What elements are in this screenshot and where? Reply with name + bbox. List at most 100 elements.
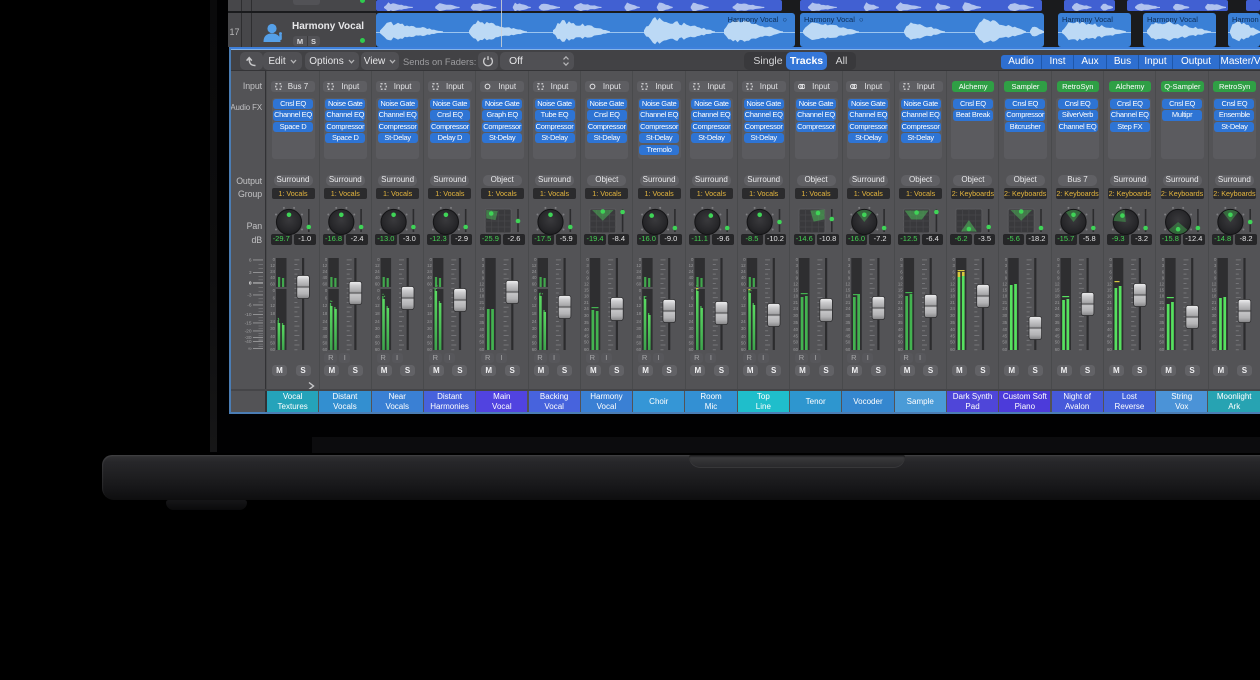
svg-text:12: 12 — [270, 303, 275, 308]
svg-text:50: 50 — [1212, 340, 1217, 345]
svg-text:45: 45 — [584, 334, 589, 339]
svg-text:60: 60 — [1212, 347, 1217, 352]
svg-text:3: 3 — [482, 263, 485, 268]
svg-text:12: 12 — [584, 282, 589, 287]
svg-text:50: 50 — [375, 341, 380, 346]
svg-text:50: 50 — [1002, 340, 1007, 345]
svg-text:15: 15 — [1107, 288, 1112, 293]
svg-text:18: 18 — [532, 311, 537, 316]
svg-text:60: 60 — [636, 282, 641, 287]
svg-text:21: 21 — [793, 300, 798, 305]
svg-text:30: 30 — [1212, 313, 1217, 318]
svg-text:60: 60 — [689, 347, 694, 352]
svg-text:50: 50 — [1107, 340, 1112, 345]
svg-text:0: 0 — [639, 257, 642, 262]
svg-text:12: 12 — [375, 263, 380, 268]
svg-text:0: 0 — [482, 257, 485, 262]
svg-text:50: 50 — [479, 340, 484, 345]
svg-text:60: 60 — [950, 347, 955, 352]
svg-text:35: 35 — [479, 320, 484, 325]
svg-text:6: 6 — [482, 269, 485, 274]
svg-text:40: 40 — [898, 327, 903, 332]
svg-text:3: 3 — [1005, 263, 1008, 268]
svg-text:40: 40 — [793, 327, 798, 332]
svg-text:3: 3 — [796, 263, 799, 268]
svg-text:30: 30 — [323, 326, 328, 331]
svg-text:35: 35 — [1159, 320, 1164, 325]
svg-text:6: 6 — [273, 296, 276, 301]
svg-text:60: 60 — [270, 282, 275, 287]
svg-text:6: 6 — [953, 269, 956, 274]
svg-text:35: 35 — [793, 320, 798, 325]
svg-text:15: 15 — [584, 288, 589, 293]
svg-text:40: 40 — [375, 275, 380, 280]
svg-text:30: 30 — [846, 313, 851, 318]
svg-text:60: 60 — [1159, 347, 1164, 352]
svg-text:24: 24 — [793, 306, 798, 311]
svg-text:60: 60 — [793, 347, 798, 352]
svg-text:60: 60 — [323, 282, 328, 287]
svg-text:3: 3 — [848, 263, 851, 268]
svg-text:18: 18 — [375, 311, 380, 316]
svg-text:24: 24 — [270, 269, 275, 274]
svg-text:24: 24 — [741, 319, 746, 324]
svg-text:3: 3 — [953, 263, 956, 268]
svg-text:0: 0 — [534, 257, 537, 262]
svg-text:12: 12 — [427, 303, 432, 308]
svg-text:45: 45 — [479, 334, 484, 339]
svg-text:0: 0 — [796, 257, 799, 262]
svg-text:24: 24 — [636, 319, 641, 324]
svg-text:35: 35 — [1107, 320, 1112, 325]
svg-text:30: 30 — [950, 313, 955, 318]
svg-text:21: 21 — [950, 300, 955, 305]
svg-text:40: 40 — [1055, 327, 1060, 332]
svg-text:35: 35 — [846, 320, 851, 325]
svg-text:40: 40 — [741, 334, 746, 339]
svg-text:12: 12 — [793, 282, 798, 287]
svg-text:0: 0 — [586, 257, 589, 262]
svg-text:12: 12 — [689, 303, 694, 308]
svg-text:9: 9 — [953, 275, 956, 280]
svg-text:6: 6 — [900, 269, 903, 274]
svg-text:21: 21 — [479, 300, 484, 305]
svg-text:35: 35 — [1002, 320, 1007, 325]
svg-text:21: 21 — [1002, 300, 1007, 305]
svg-text:50: 50 — [270, 341, 275, 346]
svg-text:9: 9 — [1005, 275, 1008, 280]
svg-text:40: 40 — [270, 275, 275, 280]
svg-text:12: 12 — [1002, 282, 1007, 287]
svg-text:0: 0 — [848, 257, 851, 262]
svg-text:60: 60 — [689, 282, 694, 287]
svg-text:30: 30 — [636, 326, 641, 331]
svg-text:12: 12 — [323, 303, 328, 308]
svg-text:18: 18 — [741, 311, 746, 316]
svg-text:3: 3 — [900, 263, 903, 268]
svg-text:40: 40 — [1107, 327, 1112, 332]
svg-text:60: 60 — [375, 282, 380, 287]
svg-text:6: 6 — [1162, 269, 1165, 274]
svg-text:18: 18 — [1212, 294, 1217, 299]
svg-text:0: 0 — [900, 257, 903, 262]
svg-text:40: 40 — [375, 334, 380, 339]
svg-text:45: 45 — [950, 334, 955, 339]
svg-text:18: 18 — [1159, 294, 1164, 299]
svg-text:45: 45 — [898, 334, 903, 339]
svg-text:9: 9 — [848, 275, 851, 280]
svg-text:0: 0 — [325, 288, 328, 293]
svg-text:50: 50 — [584, 340, 589, 345]
svg-text:40: 40 — [270, 334, 275, 339]
svg-text:9: 9 — [482, 275, 485, 280]
svg-text:24: 24 — [479, 306, 484, 311]
svg-text:60: 60 — [636, 347, 641, 352]
svg-text:50: 50 — [1055, 340, 1060, 345]
svg-text:0: 0 — [1162, 257, 1165, 262]
svg-text:0: 0 — [691, 288, 694, 293]
svg-text:35: 35 — [950, 320, 955, 325]
svg-text:21: 21 — [584, 300, 589, 305]
svg-text:6: 6 — [586, 269, 589, 274]
svg-text:6: 6 — [430, 296, 433, 301]
svg-text:24: 24 — [375, 269, 380, 274]
svg-text:45: 45 — [846, 334, 851, 339]
svg-text:0: 0 — [325, 257, 328, 262]
svg-text:18: 18 — [427, 311, 432, 316]
